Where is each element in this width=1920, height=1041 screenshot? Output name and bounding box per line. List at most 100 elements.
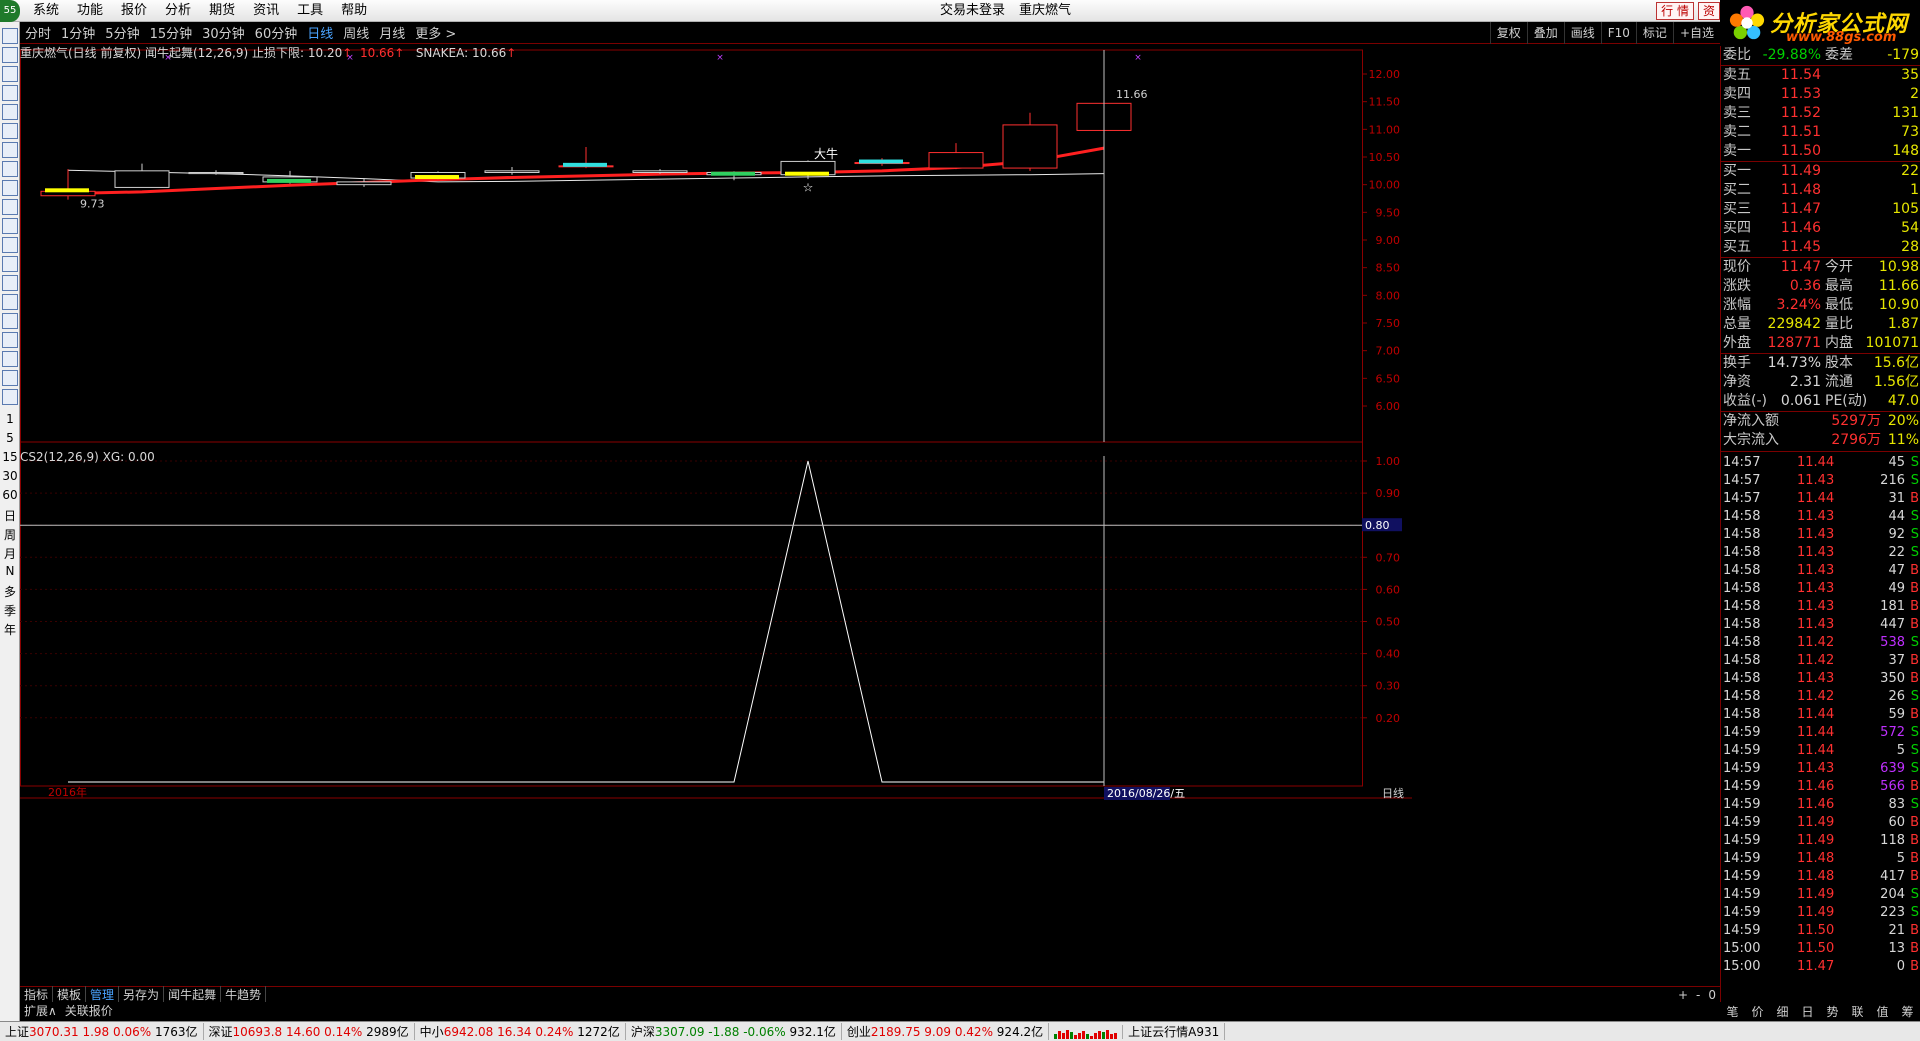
index-quote[interactable]: 沪深3307.09 -1.88 -0.06% 932.1亿 [626,1023,842,1040]
f10b-icon[interactable] [2,180,18,196]
app-badge[interactable]: 55 [0,0,20,22]
f10c-icon[interactable] [2,218,18,234]
money-icon[interactable] [2,313,18,329]
linked-quote-button[interactable]: 关联报价 [61,1002,117,1019]
quote-tab-6[interactable]: 值 [1876,1003,1888,1020]
zoom-icon[interactable] [2,66,18,82]
quote-tab-4[interactable]: 势 [1826,1003,1838,1020]
buy-level-row[interactable]: 买三 11.47 105 [1721,200,1920,219]
tab-wenniu[interactable]: 闻牛起舞 [164,986,222,1003]
menu-function[interactable]: 功能 [68,0,112,22]
period-daily[interactable]: 日线 [302,23,338,42]
quote-button[interactable]: 行 情 [1656,2,1694,20]
period-shortcut-7[interactable]: 月 [0,545,20,562]
logo-url[interactable]: www.88gs.com [1786,30,1896,45]
gauge-icon[interactable] [2,256,18,272]
period-5min[interactable]: 5分钟 [100,23,144,42]
index-quote[interactable]: 创业2189.75 9.09 0.42% 924.2亿 [842,1023,1050,1040]
f10d-icon[interactable] [2,237,18,253]
grid-icon[interactable] [2,85,18,101]
buy-level-row[interactable]: 买一 11.49 22 [1721,162,1920,181]
period-shortcut-10[interactable]: 季 [0,602,20,619]
cursor-icon[interactable] [2,28,18,44]
quote-tab-2[interactable]: 细 [1776,1003,1788,1020]
chart-area[interactable]: 12.00 11.50 11.00 10.50 10.00 9.50 9.00 8.50 8.0… [20,44,1720,986]
menu-help[interactable]: 帮助 [332,0,376,22]
breadth-bar [1066,1029,1070,1039]
zoom-in-button[interactable]: + [1674,988,1692,1002]
menu-quote[interactable]: 报价 [112,0,156,22]
period-shortcut-0[interactable]: 1 [0,412,20,426]
tab-manage[interactable]: 管理 [86,986,120,1003]
period-shortcut-11[interactable]: 年 [0,621,20,638]
period-60min[interactable]: 60分钟 [250,23,303,42]
info-button[interactable]: 资 [1697,2,1720,20]
period-shortcut-4[interactable]: 60 [0,488,20,502]
chart-canvas[interactable]: 12.00 11.50 11.00 10.50 10.00 9.50 9.00 8.50 8.0… [20,44,1720,986]
expand-button[interactable]: 扩展∧ [20,1002,61,1019]
cloud-quote-status[interactable]: 上证云行情A931 [1123,1023,1226,1040]
period-shortcut-8[interactable]: N [0,564,20,578]
quote-tab-5[interactable]: 联 [1851,1003,1863,1020]
tab-bull-trend[interactable]: 牛趋势 [221,986,267,1003]
menu-news[interactable]: 资讯 [244,0,288,22]
add-watchlist-button[interactable]: +自选 [1672,22,1720,44]
sell-level-row[interactable]: 卖一 11.50 148 [1721,142,1920,161]
sell-level-row[interactable]: 卖二 11.51 73 [1721,123,1920,142]
f10-button[interactable]: F10 [1600,22,1636,44]
tab-template[interactable]: 模板 [53,986,87,1003]
period-shortcut-9[interactable]: 多 [0,583,20,600]
draw-line-button[interactable]: 画线 [1563,22,1601,44]
period-weekly[interactable]: 周线 [338,23,374,42]
menu-futures[interactable]: 期货 [200,0,244,22]
stat-value-2: 10.98 [1878,259,1919,275]
arrow-down-icon[interactable] [2,47,18,63]
period-monthly[interactable]: 月线 [374,23,410,42]
period-shortcut-5[interactable]: 日 [0,507,20,524]
period-more[interactable]: 更多 > [410,23,461,42]
login-status[interactable]: 交易未登录 [940,0,1005,22]
quote-tab-0[interactable]: 笔 [1726,1003,1738,1020]
buy-level-row[interactable]: 买二 11.48 1 [1721,181,1920,200]
pencil-icon[interactable] [2,351,18,367]
rsi-icon[interactable] [2,294,18,310]
zoom-reset-button[interactable]: 0 [1704,988,1720,1002]
kline-icon[interactable] [2,123,18,139]
period-1min[interactable]: 1分钟 [56,23,100,42]
index-quote[interactable]: 上证3070.31 1.98 0.06% 1763亿 [0,1023,204,1040]
trend-icon[interactable] [2,275,18,291]
adjust-button[interactable]: 复权 [1489,22,1527,44]
line-chart-icon[interactable] [2,104,18,120]
period-15min[interactable]: 15分钟 [145,23,198,42]
fs-icon[interactable] [2,370,18,386]
menu-analysis[interactable]: 分析 [156,0,200,22]
index-quote[interactable]: 中小6942.08 16.34 0.24% 1272亿 [415,1023,626,1040]
period-shortcut-1[interactable]: 5 [0,431,20,445]
tab-save-as[interactable]: 另存为 [119,986,165,1003]
refresh-icon[interactable] [2,389,18,405]
f10-icon[interactable] [2,161,18,177]
sell-level-row[interactable]: 卖四 11.53 2 [1721,85,1920,104]
period-30min[interactable]: 30分钟 [197,23,250,42]
sell-level-row[interactable]: 卖五 11.54 35 [1721,66,1920,85]
period-shortcut-6[interactable]: 周 [0,526,20,543]
mark-button[interactable]: 标记 [1635,22,1673,44]
table-icon[interactable] [2,142,18,158]
period-shortcut-3[interactable]: 30 [0,469,20,483]
sell-level-row[interactable]: 卖三 11.52 131 [1721,104,1920,123]
zoom-out-button[interactable]: - [1692,988,1704,1002]
menu-system[interactable]: 系统 [24,0,68,22]
period-shortcut-2[interactable]: 15 [0,450,20,464]
menu-tools[interactable]: 工具 [288,0,332,22]
quote-tab-1[interactable]: 价 [1751,1003,1763,1020]
buy-level-row[interactable]: 买四 11.46 54 [1721,219,1920,238]
tab-indicator[interactable]: 指标 [20,986,54,1003]
move-icon[interactable] [2,332,18,348]
index-quote[interactable]: 深证10693.8 14.60 0.14% 2989亿 [204,1023,415,1040]
period-tick[interactable]: 分时 [20,23,56,42]
quote-tab-3[interactable]: 日 [1801,1003,1813,1020]
quote-tab-7[interactable]: 筹 [1901,1003,1913,1020]
buy-level-row[interactable]: 买五 11.45 28 [1721,238,1920,257]
overlay-button[interactable]: 叠加 [1526,22,1564,44]
news-icon[interactable] [2,199,18,215]
